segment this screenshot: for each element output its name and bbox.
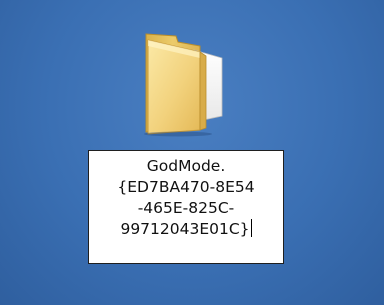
text-caret [250,219,252,237]
desktop[interactable]: GodMode. {ED7BA470-8E54 -465E-825C- 9971… [0,0,384,305]
rename-line-text: 99712043E01C} [120,220,250,238]
rename-line: {ED7BA470-8E54 [117,178,255,196]
rename-line-last: 99712043E01C} [95,219,277,240]
folder-icon[interactable] [134,28,242,138]
rename-line: GodMode. [146,157,226,175]
rename-field-value[interactable]: GodMode. {ED7BA470-8E54 -465E-825C- 9971… [95,156,277,240]
rename-field[interactable]: GodMode. {ED7BA470-8E54 -465E-825C- 9971… [88,150,284,264]
desktop-folder-item[interactable]: GodMode. {ED7BA470-8E54 -465E-825C- 9971… [88,28,288,268]
rename-line: -465E-825C- [137,199,235,217]
